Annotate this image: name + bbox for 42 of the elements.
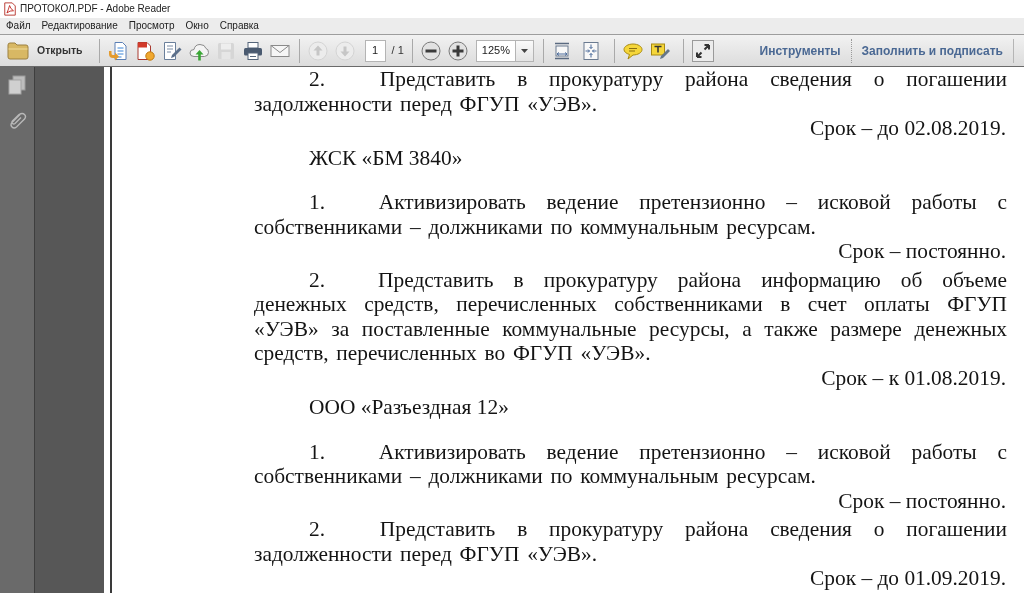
- expand-arrows-icon: [694, 42, 711, 59]
- deadline-text: Срок – до 02.08.2019.: [810, 116, 1007, 141]
- deadline-text: Срок – постоянно.: [838, 488, 1007, 513]
- minus-icon: [421, 40, 442, 61]
- fit-page-icon: [581, 40, 602, 61]
- document-paragraph: 2. Представить в прокуратуру района информацию об объеме денежных средств, перечисленных собственниками в счет оплаты ФГУП «УЭВ» за поставленные коммунальные ресурсы, а также размере денежных средств, перечисленных во ФГУП «УЭВ».: [254, 267, 1007, 366]
- document-badge-icon: [135, 40, 156, 61]
- save-icon: [216, 40, 237, 61]
- text-pen-icon: [650, 40, 671, 61]
- open-button[interactable]: Открыть: [7, 37, 89, 64]
- document-pen-icon: [162, 40, 183, 61]
- deadline-text: Срок – постоянно.: [838, 239, 1007, 264]
- document-paragraph: 1. Активизировать ведение претензионно – исковой работы с собственниками – должниками по коммунальным ресурсам.: [254, 190, 1007, 239]
- pages-icon: [8, 75, 26, 95]
- page-count: / 1: [391, 43, 404, 59]
- tools-button[interactable]: Инструменты: [749, 37, 851, 64]
- menu-item[interactable]: Справка: [219, 20, 259, 31]
- document-paragraph: 1. Активизировать ведение претензионно – исковой работы с собственниками – должниками по коммунальным ресурсам.: [254, 439, 1007, 489]
- document-paragraph: 2. Представить в прокуратуру района сведения о погашении задолженности перед ФГУП «УЭВ».: [254, 517, 1007, 566]
- full-screen-button[interactable]: [691, 39, 714, 62]
- pages-button[interactable]: [6, 74, 28, 96]
- page-number-field[interactable]: 1: [364, 39, 386, 62]
- folder-icon: [7, 41, 29, 60]
- zoom-field[interactable]: 125%: [475, 39, 516, 62]
- organization-heading: ЖСК «БМ 3840»: [309, 145, 463, 170]
- menu-item[interactable]: Файл: [6, 20, 31, 31]
- document-paragraph: 2. Представить в прокуратуру района сведения о погашении задолженности перед ФГУП «УЭВ».: [254, 67, 1007, 116]
- paperclip-icon: [7, 110, 27, 130]
- print-icon: [243, 40, 264, 61]
- menu-item[interactable]: Редактирование: [41, 20, 118, 31]
- menu-item[interactable]: Окно: [185, 20, 209, 31]
- speech-bubble-icon: [623, 40, 644, 61]
- deadline-text: Срок – к 01.08.2019.: [821, 365, 1007, 390]
- fill-sign-button[interactable]: Заполнить и подписать: [851, 37, 1013, 64]
- deadline-text: Срок – до 01.09.2019.: [810, 566, 1007, 591]
- caret-icon: [520, 48, 528, 53]
- zoom-dropdown-button[interactable]: [515, 39, 534, 62]
- document-arrow-icon: [108, 40, 129, 61]
- plus-icon: [448, 40, 469, 61]
- organization-heading: ООО «Разъездная 12»: [309, 395, 509, 420]
- window-title: ПРОТОКОЛ.PDF - Adobe Reader: [20, 4, 171, 14]
- menu-item[interactable]: Просмотр: [128, 20, 175, 31]
